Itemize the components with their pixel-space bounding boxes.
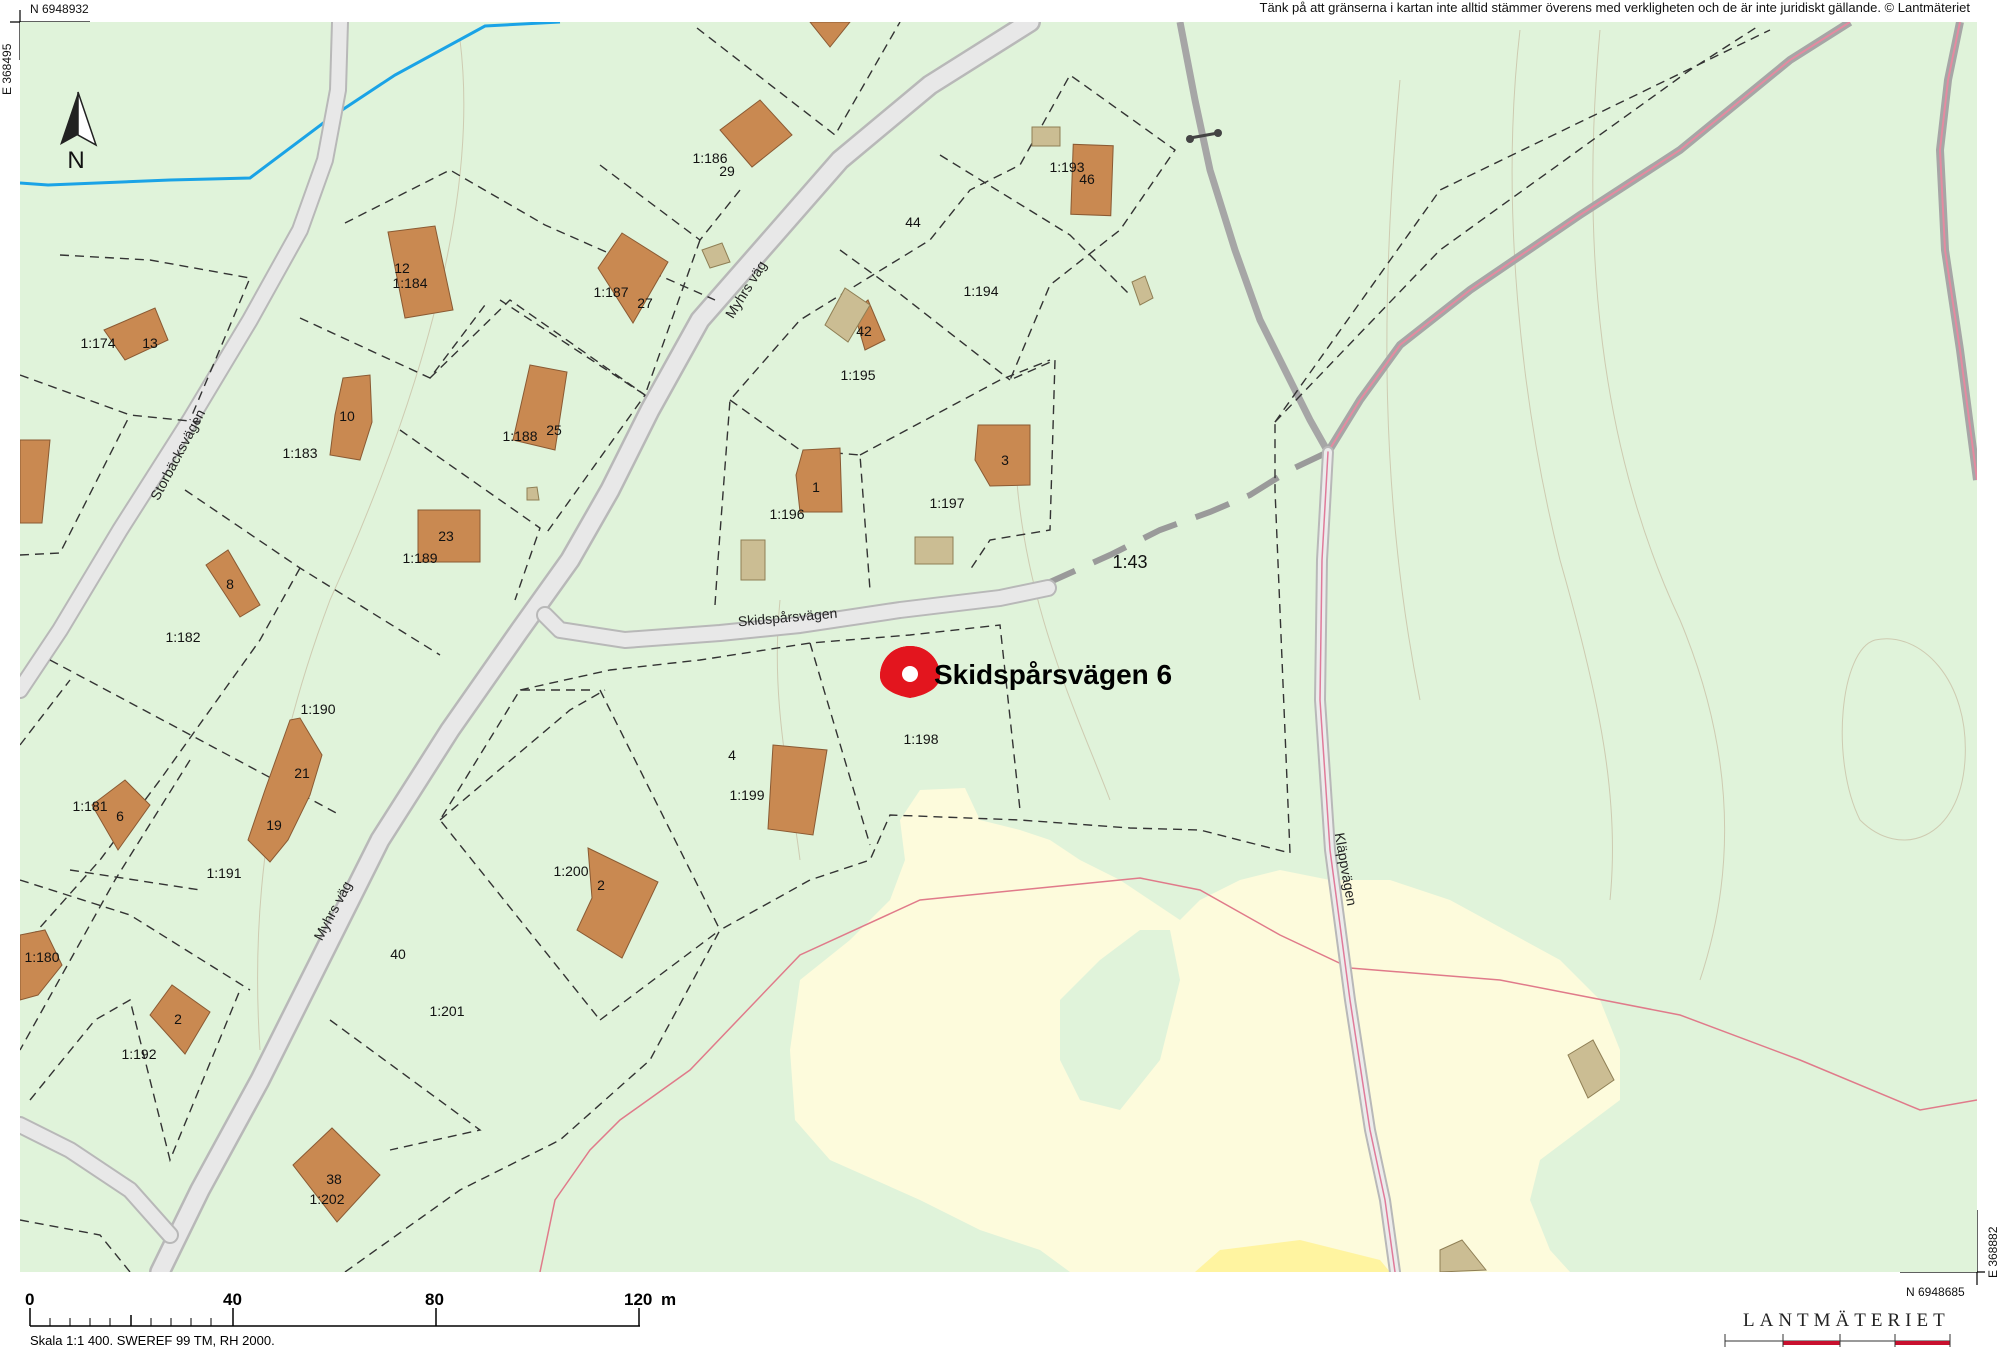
- scale-unit: m: [661, 1290, 677, 1309]
- parcel-label: 10: [339, 408, 355, 424]
- parcel-label: 1:187: [593, 284, 628, 300]
- scale-bar: [29, 1308, 640, 1327]
- parcel-label: 1:183: [282, 445, 317, 461]
- parcel-label: 29: [719, 163, 735, 179]
- scale-tick-120: 120: [624, 1290, 653, 1309]
- parcel-label: 1:189: [402, 550, 437, 566]
- parcel-label: 8: [226, 576, 234, 592]
- parcel-label: 1:198: [903, 731, 938, 747]
- parcel-label: 38: [326, 1171, 342, 1187]
- parcel-label: 1:200: [553, 863, 588, 879]
- parcel-label: 1: [812, 479, 820, 495]
- location-label: Skidspårsvägen 6: [934, 659, 1172, 690]
- parcel-label: 1:181: [72, 798, 107, 814]
- parcel-label: 6: [116, 808, 124, 824]
- parcel-label: 1:197: [929, 495, 964, 511]
- parcel-label: 1:195: [840, 367, 875, 383]
- parcel-label: 1:201: [429, 1003, 464, 1019]
- map-canvas[interactable]: 1:186 29 1:193 46 44 12 1:184 1:187 27 1…: [0, 0, 2000, 1347]
- parcel-label: 1:174: [80, 335, 115, 351]
- parcel-label: 3: [1001, 452, 1009, 468]
- scale-note: Skala 1:1 400. SWEREF 99 TM, RH 2000.: [30, 1333, 275, 1348]
- parcel-label: 27: [637, 295, 653, 311]
- parcel-label: 2: [597, 877, 605, 893]
- parcel-label: 25: [546, 422, 562, 438]
- brand-scale-bar: [1724, 1334, 1951, 1347]
- lantmateriet-logo: LANTMÄTERIET: [1743, 1310, 1950, 1331]
- parcel-label: 2: [174, 1011, 182, 1027]
- parcel-label: 44: [905, 214, 921, 230]
- parcel-label: 46: [1079, 171, 1095, 187]
- scale-tick-0: 0: [25, 1290, 35, 1309]
- parcel-label-trail: 1:43: [1112, 552, 1147, 572]
- parcel-label: 23: [438, 528, 454, 544]
- parcel-label: 1:196: [769, 506, 804, 522]
- parcel-label: 12: [394, 260, 410, 276]
- parcel-label: 21: [294, 765, 310, 781]
- scale-tick-40: 40: [223, 1290, 242, 1309]
- parcel-label: 1:188: [502, 428, 537, 444]
- scale-tick-80: 80: [425, 1290, 444, 1309]
- north-arrow-label: N: [67, 147, 84, 174]
- parcel-label: 1:190: [300, 701, 335, 717]
- parcel-label: 19: [266, 817, 282, 833]
- parcel-label: 1:182: [165, 629, 200, 645]
- parcel-label: 1:199: [729, 787, 764, 803]
- parcel-label: 1:180: [24, 949, 59, 965]
- parcel-label: 1:202: [309, 1191, 344, 1207]
- parcel-label: 40: [390, 946, 406, 962]
- parcel-label: 13: [142, 335, 158, 351]
- parcel-label: 1:192: [121, 1046, 156, 1062]
- parcel-label: 1:194: [963, 283, 998, 299]
- parcel-label: 42: [856, 323, 872, 339]
- parcel-label: 4: [728, 747, 736, 763]
- parcel-label: 1:191: [206, 865, 241, 881]
- parcel-label: 1:184: [392, 275, 427, 291]
